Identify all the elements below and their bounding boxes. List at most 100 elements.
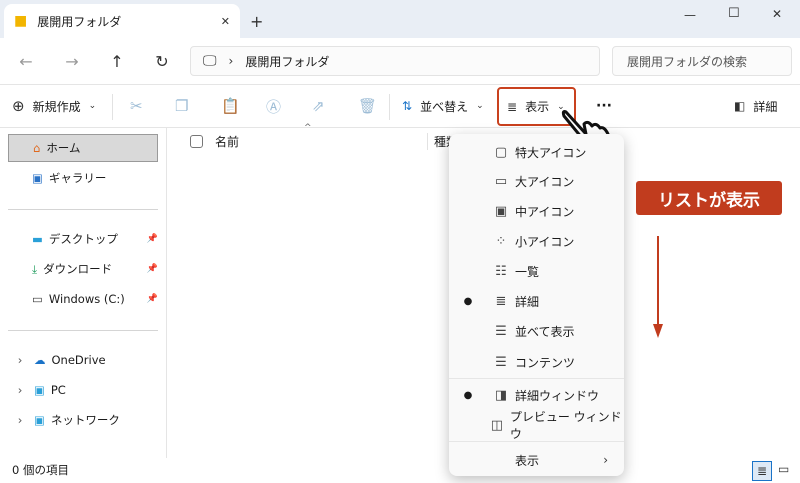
command-bar (0, 84, 800, 128)
drive-icon: ▭ (32, 292, 43, 306)
selected-bullet: ● (463, 295, 473, 307)
forward-icon[interactable]: → (60, 50, 84, 72)
sidebar-item-pc[interactable]: › ▣ PC (8, 376, 158, 404)
pin-icon[interactable]: 📌 (147, 264, 158, 274)
status-item-count: 0 個の項目 (12, 463, 69, 477)
large-icons-icon: ▭ (494, 173, 508, 189)
network-icon: ▣ (34, 413, 45, 427)
view-menu-item[interactable]: ● ◨ 詳細ウィンドウ (449, 381, 624, 409)
select-all-checkbox[interactable] (190, 134, 203, 148)
delete-icon[interactable]: 🗑 (358, 92, 377, 120)
tab-title: 展開用フォルダ (37, 14, 122, 29)
label: OneDrive (51, 353, 106, 367)
chevron-right-icon[interactable]: › (12, 413, 28, 427)
small-icons-icon: ⁘ (495, 233, 507, 249)
menu-item-label: コンテンツ (515, 355, 576, 370)
large-icons-view-toggle-icon[interactable]: ▭ (778, 462, 789, 476)
view-menu-item[interactable]: ◫ プレビュー ウィンドウ (449, 410, 624, 441)
menu-item-label: 小アイコン (515, 234, 575, 249)
sidebar-item-gallery[interactable]: ▣ ギャラリー (8, 164, 158, 192)
gallery-icon: ▣ (32, 171, 43, 185)
sort-icon: ⇅ (402, 99, 413, 113)
view-menu-item[interactable]: ▭ 大アイコン (449, 167, 624, 195)
sort-button[interactable]: ⇅ 並べ替え ⌄ (402, 92, 484, 120)
annotation-label: リストが表示 (636, 181, 782, 215)
menu-item-label: プレビュー ウィンドウ (509, 410, 622, 441)
rename-icon[interactable]: Ⓐ (266, 92, 281, 120)
label: ネットワーク (50, 413, 120, 427)
label: PC (50, 383, 66, 397)
sidebar-item-c-drive[interactable]: ▭ Windows (C:) 📌 (8, 285, 158, 313)
annotation-arrow-icon (653, 236, 663, 338)
label: ダウンロード (43, 262, 113, 276)
menu-item-label: 一覧 (515, 264, 540, 279)
column-header: 名前 種類 (190, 130, 458, 152)
sidebar-item-home[interactable]: ⌂ ホーム (8, 134, 158, 162)
view-menu-item[interactable]: ☷ 一覧 (449, 257, 624, 285)
tiles-icon: ☰ (495, 323, 507, 339)
maximize-button[interactable]: ☐ (728, 6, 740, 21)
tab-active[interactable]: ■ 展開用フォルダ ✕ (4, 4, 240, 38)
divider (389, 94, 390, 120)
path-segment[interactable]: 展開用フォルダ (245, 53, 329, 70)
divider (112, 94, 113, 120)
chevron-down-icon: ⌄ (88, 101, 97, 111)
view-menu-item[interactable]: ● ≣ 詳細 (449, 287, 624, 315)
minimize-button[interactable]: — (684, 8, 696, 22)
menu-item-label: 特大アイコン (515, 145, 587, 160)
view-menu-item[interactable]: ⁘ 小アイコン (449, 227, 624, 255)
preview-pane-icon: ◫ (490, 417, 504, 433)
back-icon[interactable]: ← (14, 50, 38, 72)
details-label: 詳細 (753, 99, 778, 114)
cut-icon[interactable]: ✂ (130, 92, 143, 120)
folder-icon: ■ (14, 13, 28, 29)
pin-icon[interactable]: 📌 (147, 294, 158, 304)
chevron-right-icon: › (603, 453, 608, 467)
close-tab-icon[interactable]: ✕ (221, 15, 230, 28)
view-menu-item[interactable]: ▢ 特大アイコン (449, 138, 624, 166)
extra-large-icons-icon: ▢ (494, 144, 508, 160)
divider (8, 209, 158, 210)
up-icon[interactable]: ↑ (105, 50, 129, 72)
view-menu-item[interactable]: ☰ コンテンツ (449, 348, 624, 376)
sidebar-item-onedrive[interactable]: › ☁ OneDrive (8, 346, 158, 374)
sidebar-item-network[interactable]: › ▣ ネットワーク (8, 406, 158, 434)
list-icon: ☷ (495, 263, 507, 279)
chevron-right-icon[interactable]: › (12, 383, 28, 397)
plus-circle-icon: ⊕ (12, 97, 25, 115)
menu-item-label: 並べて表示 (515, 324, 575, 339)
pin-icon[interactable]: 📌 (147, 234, 158, 244)
sidebar-item-desktop[interactable]: ▬ デスクトップ 📌 (8, 225, 158, 253)
home-icon: ⌂ (33, 141, 41, 155)
details-icon: ≣ (495, 293, 507, 309)
new-button[interactable]: ⊕ 新規作成 ⌄ (12, 92, 96, 120)
close-window-button[interactable]: ✕ (772, 7, 782, 21)
paste-icon[interactable]: 📋 (221, 92, 240, 120)
search-input[interactable]: 展開用フォルダの検索 (612, 46, 792, 76)
view-menu-item[interactable]: 表示 › (449, 446, 624, 474)
new-label: 新規作成 (32, 99, 81, 114)
view-menu-item[interactable]: ☰ 並べて表示 (449, 317, 624, 345)
medium-icons-icon: ▣ (494, 203, 508, 219)
pc-icon: ▣ (34, 383, 45, 397)
menu-item-label: 表示 (515, 453, 540, 468)
address-bar[interactable]: 🖵 › 展開用フォルダ (190, 46, 600, 76)
chevron-right-icon[interactable]: › (12, 353, 28, 367)
details-view-toggle-icon[interactable]: ≣ (752, 461, 772, 481)
share-icon[interactable]: ⇗ (312, 92, 325, 120)
sort-label: 並べ替え (420, 99, 469, 114)
divider (8, 330, 158, 331)
label: Windows (C:) (48, 292, 125, 306)
new-tab-button[interactable]: + (250, 12, 263, 31)
sidebar-item-downloads[interactable]: ⤓ ダウンロード 📌 (8, 255, 158, 283)
refresh-icon[interactable]: ↻ (150, 50, 174, 72)
sort-ascending-icon: ^ (304, 123, 312, 133)
view-menu-item[interactable]: ▣ 中アイコン (449, 197, 624, 225)
details-pane-icon: ◨ (494, 387, 508, 403)
menu-separator (449, 378, 624, 379)
menu-item-label: 詳細ウィンドウ (515, 388, 600, 403)
details-pane-button[interactable]: ◧ 詳細 (734, 92, 777, 120)
copy-icon[interactable]: ❐ (175, 92, 188, 120)
column-name[interactable]: 名前 (215, 133, 427, 150)
label: ギャラリー (48, 171, 107, 185)
